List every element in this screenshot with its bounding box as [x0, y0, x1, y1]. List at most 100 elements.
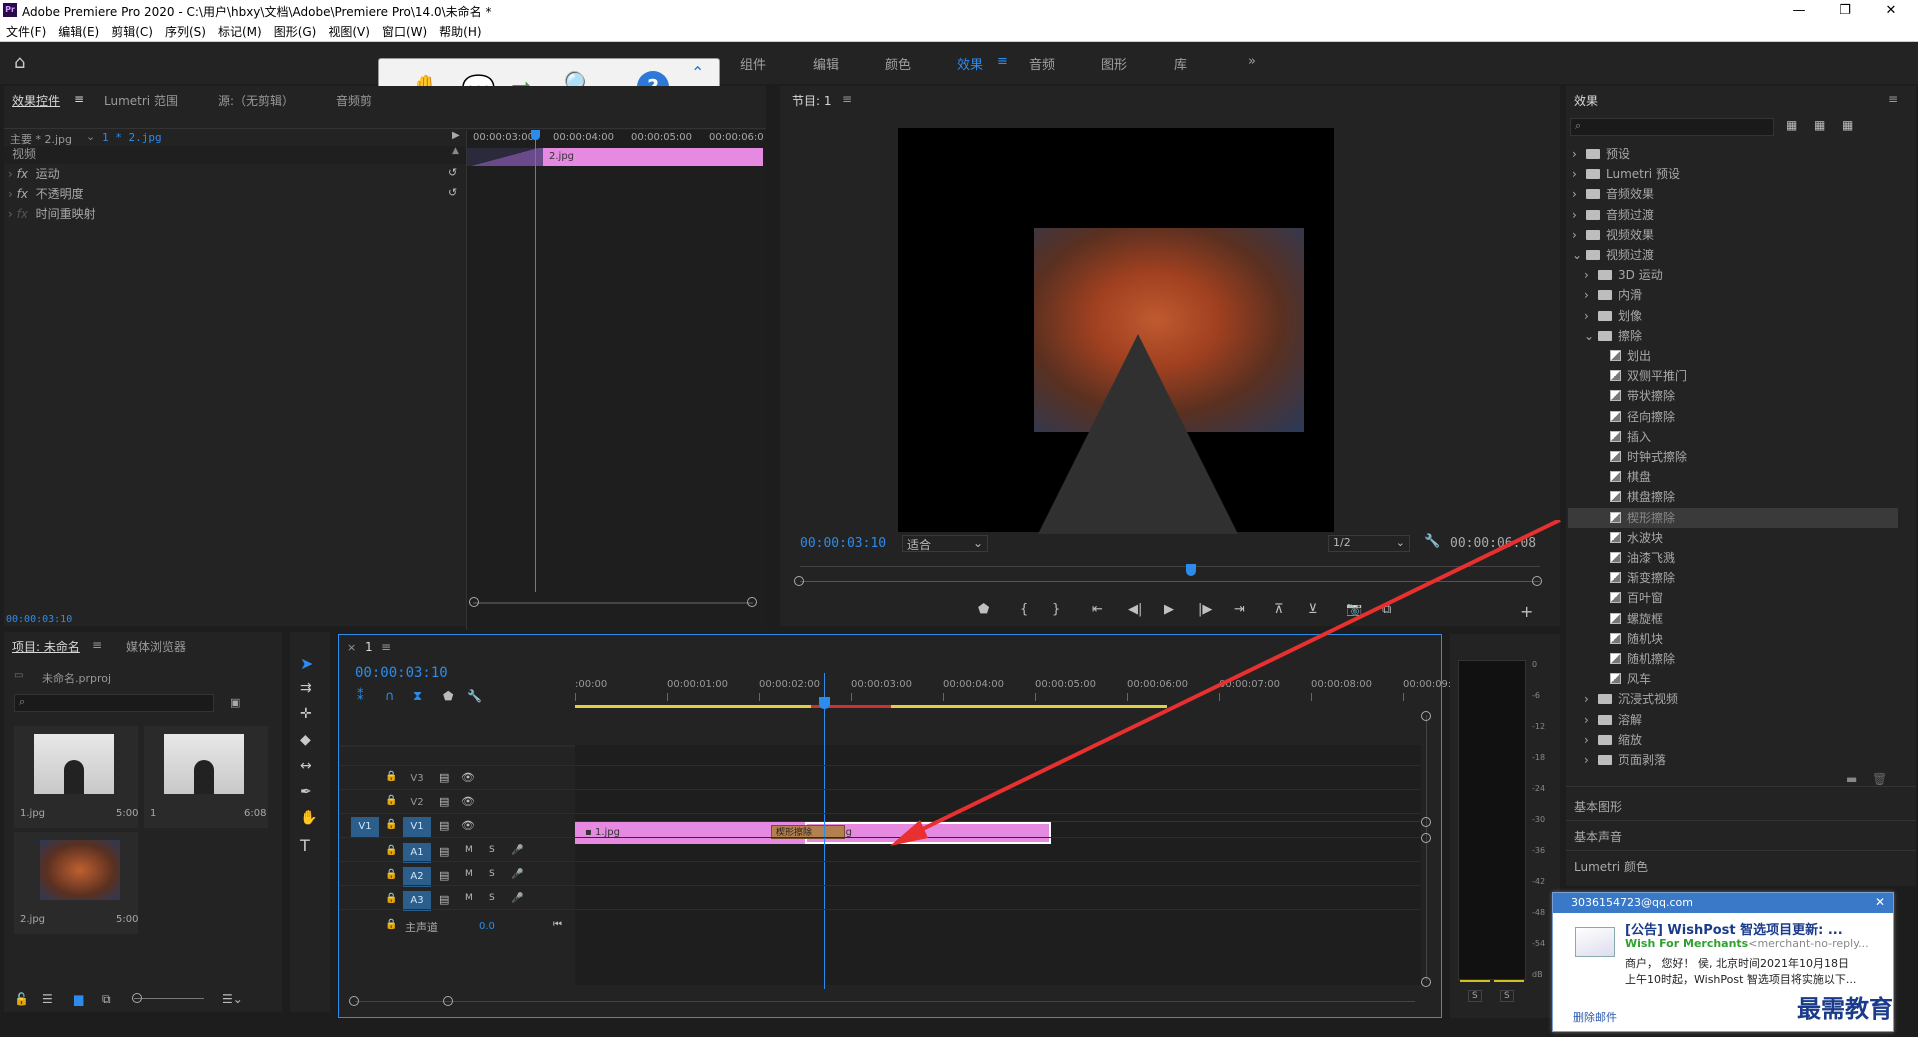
ripple-edit-tool-icon[interactable]: ✛ — [300, 706, 312, 722]
more-workspaces-icon[interactable]: » — [1248, 54, 1256, 69]
effects-tree-item[interactable]: › 音频过渡 — [1568, 205, 1898, 225]
project-item-1jpg[interactable]: 1.jpg 5:00 — [14, 726, 138, 828]
sort-icon[interactable]: ☰⌄ — [222, 992, 243, 1006]
collapsed-arrow-icon[interactable]: › — [1572, 164, 1586, 184]
menu-graphics[interactable]: 图形(G) — [268, 22, 323, 42]
track-target-a3[interactable]: A3 — [403, 891, 431, 911]
sync-lock-icon[interactable]: ▤ — [439, 893, 449, 906]
accelerated-effects-icon[interactable]: ▦ — [1786, 118, 1797, 132]
effects-tree-item[interactable]: 渐变擦除 — [1568, 568, 1898, 588]
effects-tree-item[interactable]: 插入 — [1568, 427, 1898, 447]
collapsed-arrow-icon[interactable]: › — [1584, 750, 1598, 770]
collapsed-arrow-icon[interactable]: › — [1584, 730, 1598, 750]
effects-tree-item[interactable]: 随机擦除 — [1568, 649, 1898, 669]
menu-view[interactable]: 视图(V) — [322, 22, 376, 42]
go-to-track-end-icon[interactable]: ⏮ — [553, 919, 562, 930]
collapse-arrow-icon[interactable]: ▲ — [452, 146, 459, 156]
effects-search-input[interactable]: ⌕ — [1570, 118, 1774, 136]
sync-lock-icon[interactable]: ▤ — [439, 771, 449, 784]
solo-button[interactable]: S — [489, 869, 495, 879]
collapsed-arrow-icon[interactable]: › — [1572, 225, 1586, 245]
workspace-audio[interactable]: 音频 — [1029, 54, 1055, 73]
sync-lock-icon[interactable]: ▤ — [439, 819, 449, 832]
effects-tree-item[interactable]: › 溶解 — [1568, 710, 1898, 730]
track-target-v3[interactable]: V3 — [403, 769, 431, 789]
collapsed-arrow-icon[interactable]: › — [1572, 144, 1586, 164]
effects-tree-item[interactable]: › Lumetri 预设 — [1568, 164, 1898, 184]
menu-sequence[interactable]: 序列(S) — [159, 22, 212, 42]
snap-icon[interactable]: ∩ — [385, 689, 395, 704]
toggle-output-icon[interactable]: 👁 — [461, 795, 475, 808]
tab-audio-mixer[interactable]: 音频剪 — [336, 92, 372, 109]
mute-button[interactable]: M — [465, 893, 473, 903]
effects-tree-item[interactable]: 水波块 — [1568, 528, 1898, 548]
track-lock-icon[interactable]: 🔒 — [385, 771, 397, 782]
nest-icon[interactable]: ⁑ — [357, 689, 364, 704]
master-lock-icon[interactable]: 🔒 — [385, 919, 397, 930]
maximize-icon[interactable]: ❐ — [1822, 0, 1868, 22]
email-notification[interactable]: 3036154723@qq.com ✕ [公告] WishPost 智选项目更新… — [1552, 892, 1894, 1032]
timeline-tab-sequence[interactable]: 1 — [365, 640, 373, 654]
effects-menu-icon[interactable]: ≡ — [1888, 92, 1898, 106]
track-lock-icon[interactable]: 🔒 — [385, 845, 397, 856]
new-bin-icon[interactable]: ▬ — [1846, 772, 1857, 786]
effects-title[interactable]: 效果 — [1574, 92, 1598, 109]
section-essential-sound[interactable]: 基本声音 — [1574, 828, 1622, 845]
pen-tool-icon[interactable]: ✒ — [300, 784, 312, 800]
effects-tree-item[interactable]: › 页面剥落 — [1568, 750, 1898, 770]
voiceover-icon[interactable]: 🎤 — [511, 869, 523, 880]
effect-row-motion[interactable]: › fx 运动 — [8, 164, 458, 184]
track-lock-icon[interactable]: 🔒 — [385, 795, 397, 806]
notification-close-icon[interactable]: ✕ — [1875, 895, 1885, 909]
timeline-close-icon[interactable]: × — [347, 641, 356, 654]
program-timecode[interactable]: 00:00:03:10 — [800, 536, 886, 551]
tab-project[interactable]: 项目: 未命名 — [12, 638, 80, 655]
collapsed-arrow-icon[interactable]: › — [1584, 265, 1598, 285]
program-video-frame[interactable] — [898, 128, 1334, 534]
effects-tree-item[interactable]: › 预设 — [1568, 144, 1898, 164]
add-marker-timeline-icon[interactable]: ⬟ — [443, 689, 453, 703]
menu-help[interactable]: 帮助(H) — [433, 22, 487, 42]
reset-opacity-icon[interactable]: ↺ — [448, 186, 457, 199]
collapsed-arrow-icon[interactable]: › — [1584, 306, 1598, 326]
timeline-settings-icon[interactable]: 🔧 — [467, 689, 482, 703]
workspace-graphics[interactable]: 图形 — [1101, 54, 1127, 73]
effects-tree-item[interactable]: 棋盘擦除 — [1568, 487, 1898, 507]
track-target-a1[interactable]: A1 — [403, 843, 431, 863]
sync-lock-icon[interactable]: ▤ — [439, 869, 449, 882]
effects-tree-item[interactable]: 油漆飞溅 — [1568, 548, 1898, 568]
project-menu-icon[interactable]: ≡ — [92, 638, 102, 652]
effects-tree-item[interactable]: 双侧平推门 — [1568, 366, 1898, 386]
collapse-icon[interactable]: ⌃ — [691, 63, 704, 82]
effects-tree-item[interactable]: › 沉浸式视频 — [1568, 689, 1898, 709]
collapsed-arrow-icon[interactable]: › — [1572, 205, 1586, 225]
track-target-v2[interactable]: V2 — [403, 793, 431, 813]
clip-dropdown-icon[interactable]: ⌄ — [86, 130, 95, 143]
tab-source[interactable]: 源:（无剪辑） — [218, 92, 294, 109]
timeline-timecode[interactable]: 00:00:03:10 — [355, 665, 448, 681]
voiceover-icon[interactable]: 🎤 — [511, 893, 523, 904]
reset-motion-icon[interactable]: ↺ — [448, 166, 457, 179]
expanded-arrow-icon[interactable]: ⌄ — [1572, 245, 1586, 265]
home-icon[interactable]: ⌂ — [14, 52, 25, 73]
effects-tree-item[interactable]: › 音频效果 — [1568, 184, 1898, 204]
mini-playhead-handle[interactable] — [531, 130, 540, 140]
freeform-view-icon[interactable]: ⧉ — [102, 992, 111, 1007]
delete-mail-link[interactable]: 删除邮件 — [1573, 1009, 1617, 1025]
track-lock-icon[interactable]: 🔒 — [385, 893, 397, 904]
menu-clip[interactable]: 剪辑(C) — [105, 22, 159, 42]
track-target-a2[interactable]: A2 — [403, 867, 431, 887]
source-patch-v1[interactable]: V1 — [351, 817, 379, 837]
close-icon[interactable]: ✕ — [1868, 0, 1914, 22]
workspace-effects[interactable]: 效果 — [957, 54, 983, 73]
project-item-sequence-1[interactable]: 1 6:08 — [144, 726, 268, 828]
effects-tree-item[interactable]: › 缩放 — [1568, 730, 1898, 750]
effects-tree-item[interactable]: 径向擦除 — [1568, 407, 1898, 427]
effect-row-opacity[interactable]: › fx 不透明度 — [8, 184, 458, 204]
solo-button[interactable]: S — [489, 845, 495, 855]
track-target-v1[interactable]: V1 — [403, 817, 431, 837]
zoom-slider[interactable] — [134, 998, 204, 999]
selection-tool-icon[interactable]: ➤ — [300, 654, 313, 673]
toggle-output-icon[interactable]: 👁 — [461, 819, 475, 832]
collapsed-arrow-icon[interactable]: › — [1584, 285, 1598, 305]
